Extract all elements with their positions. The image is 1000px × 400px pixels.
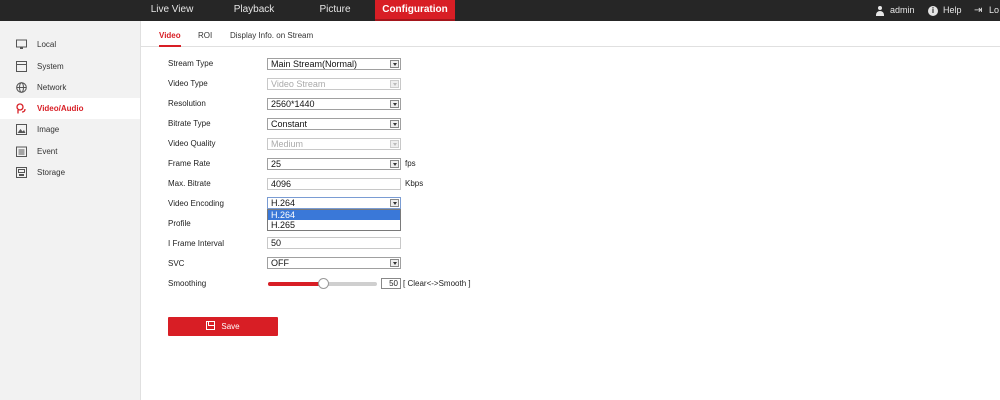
user-menu[interactable]: admin [875, 0, 915, 21]
sidebar-item-label: Image [37, 125, 60, 134]
config-sidebar: Local System Network Video/Audio Image E… [0, 21, 141, 400]
sidebar-item-image[interactable]: Image [0, 119, 140, 140]
username: admin [890, 5, 915, 15]
video-encoding-label: Video Encoding [168, 199, 224, 208]
smoothing-slider[interactable] [268, 278, 377, 289]
svc-value: OFF [271, 258, 289, 268]
storage-icon [16, 167, 27, 178]
video-quality-select: Medium [267, 138, 401, 150]
frame-rate-unit: fps [405, 159, 416, 168]
nav-live-view[interactable]: Live View [140, 0, 204, 21]
tab-bar: Video ROI Display Info. on Stream [141, 21, 1000, 47]
video-encoding-dropdown: H.264 H.265 [267, 209, 401, 231]
image-icon [16, 124, 27, 135]
frame-rate-value: 25 [271, 159, 282, 169]
sidebar-item-label: Local [37, 40, 57, 49]
nav-playback[interactable]: Playback [222, 0, 286, 21]
video-type-select: Video Stream [267, 78, 401, 90]
chevron-down-icon [390, 60, 399, 68]
sidebar-item-label: Event [37, 147, 58, 156]
stream-type-select[interactable]: Main Stream(Normal) [267, 58, 401, 70]
i-frame-interval-label: I Frame Interval [168, 239, 225, 248]
video-type-value: Video Stream [271, 79, 326, 89]
chevron-down-icon [390, 160, 399, 168]
resolution-value: 2560*1440 [271, 99, 315, 109]
video-quality-value: Medium [271, 139, 304, 149]
logout-link[interactable]: ⇥ Lo [974, 0, 999, 21]
sidebar-item-storage[interactable]: Storage [0, 162, 140, 183]
sidebar-item-label: System [37, 62, 64, 71]
chevron-down-icon [390, 100, 399, 108]
resolution-label: Resolution [168, 99, 206, 108]
sidebar-item-network[interactable]: Network [0, 77, 140, 98]
nav-picture[interactable]: Picture [303, 0, 367, 21]
max-bitrate-label: Max. Bitrate [168, 179, 211, 188]
globe-icon [16, 82, 27, 93]
smoothing-label: Smoothing [168, 279, 207, 288]
svc-label: SVC [168, 259, 185, 268]
video-encoding-select[interactable]: H.264 [267, 197, 401, 209]
stream-type-label: Stream Type [168, 59, 214, 68]
logout-label: Lo [989, 5, 1000, 15]
sidebar-item-local[interactable]: Local [0, 34, 140, 55]
smoothing-slider-fill [268, 282, 323, 286]
video-type-label: Video Type [168, 79, 208, 88]
i-frame-interval-input[interactable]: 50 [267, 237, 401, 249]
bitrate-type-value: Constant [271, 119, 308, 129]
smoothing-slider-handle[interactable] [317, 278, 329, 289]
top-navigation-bar: Live View Playback Picture Configuration… [0, 0, 1000, 21]
chevron-down-icon [390, 120, 399, 128]
monitor-icon [16, 39, 27, 50]
stream-type-value: Main Stream(Normal) [271, 59, 358, 69]
resolution-select[interactable]: 2560*1440 [267, 98, 401, 110]
encoding-option-h264[interactable]: H.264 [268, 210, 400, 220]
sidebar-item-label: Network [37, 83, 67, 92]
frame-rate-select[interactable]: 25 [267, 158, 401, 170]
chevron-down-icon [390, 80, 399, 88]
video-audio-icon [16, 103, 27, 114]
logout-icon: ⇥ [974, 4, 983, 16]
video-encoding-value: H.264 [271, 198, 296, 208]
save-button-label: Save [221, 322, 240, 331]
sidebar-item-event[interactable]: Event [0, 141, 140, 162]
sidebar-item-system[interactable]: System [0, 56, 140, 77]
save-button[interactable]: Save [168, 317, 278, 336]
smoothing-value-input[interactable]: 50 [381, 278, 401, 289]
sidebar-item-label: Video/Audio [37, 104, 84, 113]
help-label: Help [943, 5, 962, 15]
smoothing-hint: [ Clear<->Smooth ] [403, 279, 471, 288]
chevron-down-icon [390, 259, 399, 267]
tab-roi[interactable]: ROI [198, 29, 212, 47]
tab-display-info[interactable]: Display Info. on Stream [230, 29, 313, 47]
system-icon [16, 61, 27, 72]
bitrate-type-label: Bitrate Type [168, 119, 211, 128]
tab-video[interactable]: Video [159, 29, 181, 47]
frame-rate-label: Frame Rate [168, 159, 211, 168]
max-bitrate-input[interactable]: 4096 [267, 178, 401, 190]
help-icon: i [928, 5, 938, 16]
user-icon [875, 5, 885, 16]
video-quality-label: Video Quality [168, 139, 216, 148]
encoding-option-h265[interactable]: H.265 [268, 220, 400, 230]
max-bitrate-unit: Kbps [405, 179, 424, 188]
help-link[interactable]: i Help [928, 0, 962, 21]
chevron-down-icon [390, 199, 399, 207]
chevron-down-icon [390, 140, 399, 148]
sidebar-item-label: Storage [37, 168, 66, 177]
svc-select[interactable]: OFF [267, 257, 401, 269]
profile-label: Profile [168, 219, 191, 228]
event-icon [16, 146, 27, 157]
sidebar-item-video-audio[interactable]: Video/Audio [0, 98, 140, 119]
save-icon [206, 321, 216, 330]
bitrate-type-select[interactable]: Constant [267, 118, 401, 130]
nav-configuration[interactable]: Configuration [375, 0, 455, 21]
